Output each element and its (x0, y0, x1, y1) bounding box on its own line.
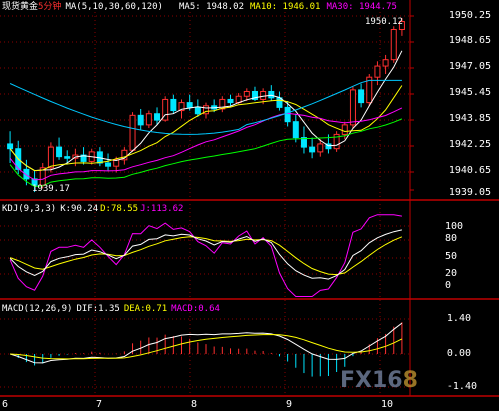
candle-body (105, 162, 112, 167)
fx168-logo-eight: 8 (402, 368, 418, 393)
ma5-value: MA5: 1948.02 (178, 2, 245, 12)
x-label-day-8: 8 (191, 399, 198, 410)
candle-body (137, 114, 144, 126)
kdj-tick-20: 20 (444, 268, 457, 279)
period-label: 5分钟 (38, 2, 62, 12)
macd-tick-zero: 0.00 (446, 348, 471, 359)
candle-body (129, 114, 136, 151)
kdj-k-line (9, 229, 403, 280)
macd-tick-bottom: -1.40 (446, 381, 477, 392)
candle-body (7, 143, 14, 150)
y-tick-3: 1947.05 (448, 61, 491, 72)
candle-body (227, 98, 234, 104)
candle-body (194, 106, 201, 115)
y-tick-6: 1942.25 (448, 139, 491, 150)
candle-body (358, 89, 365, 104)
fx168-logo: FX168 (340, 368, 418, 393)
candle-body (341, 124, 348, 135)
chart-window: 现货黄金5分钟 MA(5,10,30,60,120) MA5: 1948.02 MA1… (0, 0, 499, 411)
macd-panel-header: MACD(12,26,9) DIF:1.35 DEA:0.71 MACD:0.64 (2, 303, 226, 315)
kdj-label: KDJ(9,3,3) (2, 204, 57, 214)
candle-body (374, 65, 381, 78)
candle-body (292, 121, 299, 139)
x-label-day-6: 6 (2, 399, 9, 410)
ma-params-label: MA(5,10,30,60,120) (65, 2, 163, 12)
symbol-label: 现货黄金 (2, 2, 39, 12)
y-tick-7: 1940.65 (448, 165, 491, 176)
y-tick-8: 1939.05 (448, 187, 491, 198)
y-tick-1: 1950.25 (448, 10, 491, 21)
y-tick-5: 1943.85 (448, 113, 491, 124)
main-panel-header: 现货黄金5分钟 MA(5,10,30,60,120) MA5: 1948.02 MA1… (2, 1, 403, 13)
candle-body (260, 90, 267, 100)
macd-dif-line (9, 322, 403, 364)
x-label-day-7: 7 (96, 399, 103, 410)
kdj-tick-80: 80 (444, 233, 457, 244)
y-tick-4: 1945.45 (448, 87, 491, 98)
kdj-j-value: J:113.62 (140, 204, 184, 214)
candle-body (349, 89, 356, 126)
y-tick-2: 1948.65 (448, 35, 491, 46)
candle-body (382, 59, 389, 67)
macd-macd-value: MACD:0.64 (171, 304, 220, 314)
candle-body (268, 90, 275, 99)
kdj-tick-100: 100 (444, 221, 463, 232)
macd-tick-top: 1.40 (446, 313, 471, 324)
low-price-note: 1939.17 (32, 184, 70, 194)
candle-body (186, 102, 193, 108)
kdj-k-value: K:90.24 (60, 204, 99, 214)
candle-body (170, 98, 177, 112)
ma10-value: MA10: 1946.01 (250, 2, 321, 12)
x-label-day-10: 10 (381, 399, 394, 410)
macd-dif-value: DIF:1.35 (76, 304, 120, 314)
candle-body (317, 143, 324, 153)
ma30-value: MA30: 1944.75 (326, 2, 397, 12)
kdj-tick-0: 0 (444, 280, 451, 291)
candle-body (64, 156, 71, 159)
candle-body (47, 146, 54, 169)
ma30-line (9, 107, 403, 181)
macd-label: MACD(12,26,9) (2, 304, 73, 314)
kdj-tick-50: 50 (444, 251, 457, 262)
candle-body (154, 113, 161, 121)
candle-body (56, 146, 63, 158)
x-label-day-9: 9 (286, 399, 293, 410)
candle-body (309, 146, 316, 153)
candle-body (284, 106, 291, 123)
kdj-panel-header: KDJ(9,3,3) K:90.24 D:78.55 J:113.62 (2, 203, 189, 215)
high-price-note: 1950.12 (365, 17, 403, 27)
fx168-logo-text: FX16 (340, 368, 403, 393)
macd-dea-value: DEA:0.71 (123, 304, 168, 314)
candle-body (390, 29, 397, 61)
candle-body (243, 90, 250, 97)
kdj-d-value: D:78.55 (100, 204, 139, 214)
kdj-j-line (9, 214, 402, 297)
candle-body (145, 113, 152, 126)
kdj-d-line (9, 236, 403, 276)
